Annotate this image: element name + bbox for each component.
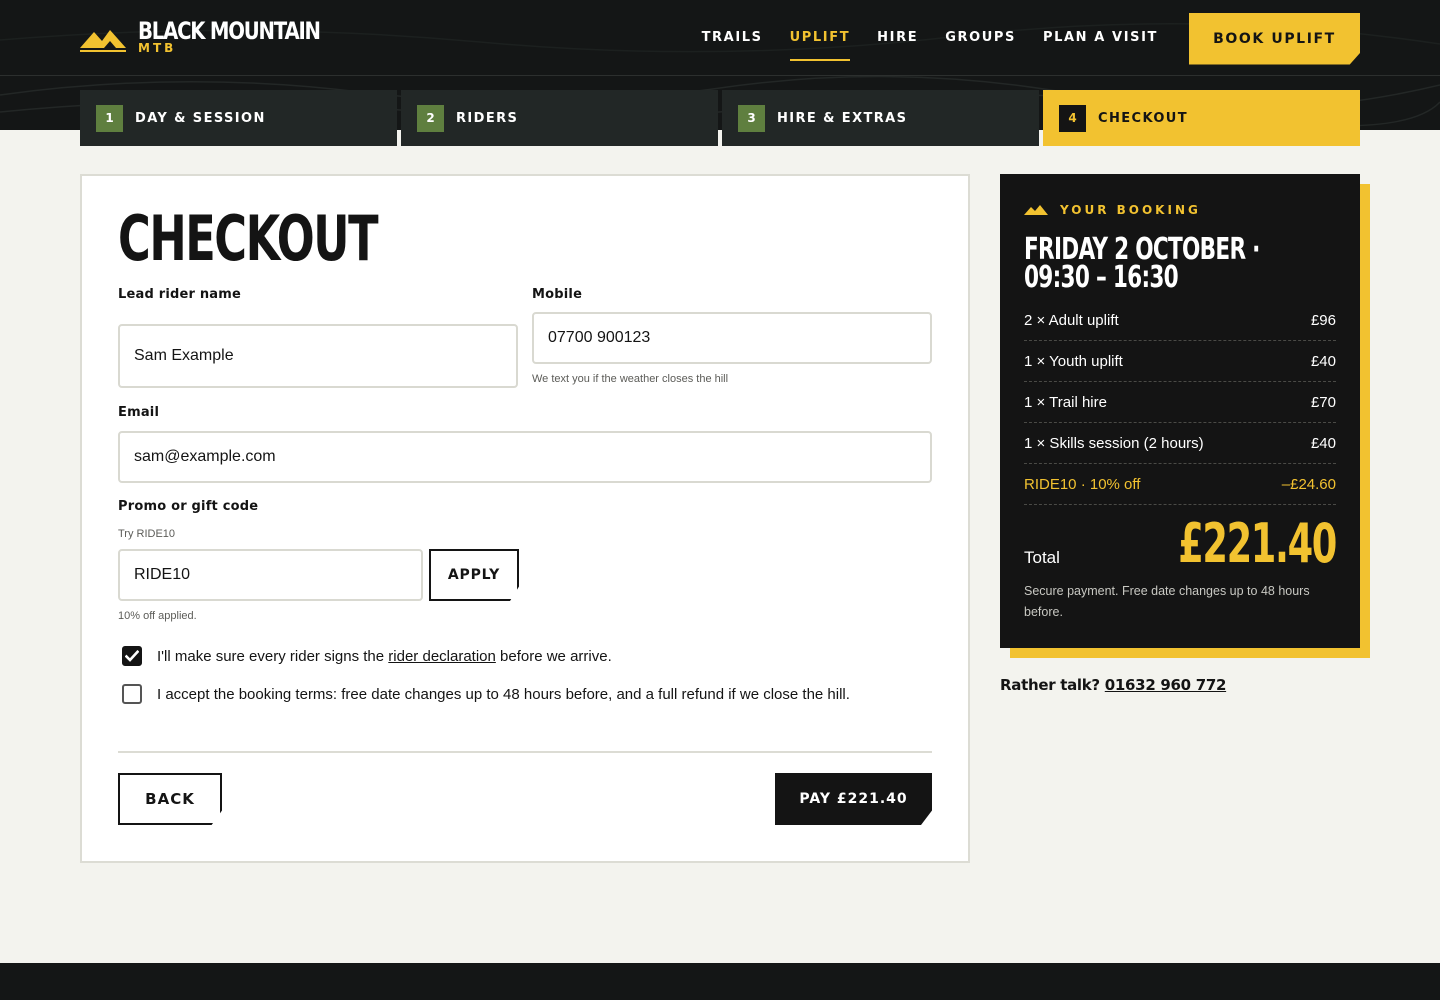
line-item-label: 1 × Trail hire	[1024, 393, 1107, 411]
total-amount: £221.40	[1178, 512, 1337, 575]
rider-declaration-link[interactable]: rider declaration	[388, 648, 496, 665]
step-label: HIRE & EXTRAS	[777, 110, 908, 126]
nav-trails[interactable]: TRAILS	[702, 26, 763, 50]
line-item-amount: £70	[1310, 393, 1336, 411]
terms-text: I accept the booking terms: free date ch…	[157, 685, 850, 703]
declaration-row: I'll make sure every rider signs the rid…	[122, 646, 612, 666]
contact-prefix: Rather talk?	[1000, 676, 1100, 694]
mobile-hint: We text you if the weather closes the hi…	[532, 373, 729, 385]
site-footer	[0, 963, 1440, 1000]
step-number: 3	[738, 104, 765, 132]
brand-title: BLACK MOUNTAIN	[138, 17, 321, 45]
declaration-text-start: I'll make sure every rider signs the	[157, 647, 389, 665]
lead-rider-label: Lead rider name	[118, 287, 242, 302]
booking-summary: YOUR BOOKING FRIDAY 2 OCTOBER · 09:30 – …	[1000, 174, 1360, 648]
line-item: 1 × Skills session (2 hours) £40	[1024, 423, 1336, 464]
book-uplift-button[interactable]: BOOK UPLIFT	[1189, 12, 1360, 65]
mountain-icon	[1024, 205, 1048, 215]
step-hire-extras[interactable]: 3 HIRE & EXTRAS	[722, 90, 1039, 146]
promo-label: Promo or gift code	[118, 499, 259, 514]
line-item: 2 × Adult uplift £96	[1024, 300, 1336, 341]
summary-line-items: 2 × Adult uplift £96 1 × Youth uplift £4…	[1024, 300, 1336, 505]
step-label: DAY & SESSION	[135, 110, 266, 126]
line-item-label: 1 × Skills session (2 hours)	[1024, 434, 1204, 452]
step-number: 4	[1059, 104, 1086, 132]
header-divider	[0, 75, 1440, 76]
nav-groups[interactable]: GROUPS	[945, 26, 1016, 50]
line-item: 1 × Trail hire £70	[1024, 382, 1336, 423]
phone-link[interactable]: 01632 960 772	[1105, 676, 1227, 694]
form-divider	[118, 751, 932, 753]
line-item: 1 × Youth uplift £40	[1024, 341, 1336, 382]
promo-code-input[interactable]: RIDE10	[118, 549, 423, 601]
promo-discount-line: RIDE10 · 10% off –£24.60	[1024, 464, 1336, 505]
total-label: Total	[1024, 548, 1060, 567]
step-checkout[interactable]: 4 CHECKOUT	[1043, 90, 1360, 146]
step-label: CHECKOUT	[1098, 110, 1189, 126]
line-item-amount: £40	[1310, 434, 1336, 452]
step-day-session[interactable]: 1 DAY & SESSION	[80, 90, 397, 146]
promo-hint: Try RIDE10	[118, 528, 176, 540]
promo-discount-label: RIDE10 · 10% off	[1024, 475, 1141, 493]
mobile-input[interactable]: 07700 900123	[532, 312, 932, 364]
brand-logo[interactable]: BLACK MOUNTAIN MTB	[80, 18, 360, 58]
mobile-label: Mobile	[532, 287, 583, 302]
promo-status: 10% off applied.	[118, 610, 197, 622]
apply-promo-button[interactable]: APPLY	[429, 549, 519, 601]
checkout-form-card: CHECKOUT Lead rider name Sam Example Mob…	[80, 174, 970, 863]
step-number: 2	[417, 104, 444, 132]
line-item-label: 2 × Adult uplift	[1024, 311, 1119, 329]
summary-kicker: YOUR BOOKING	[1024, 203, 1201, 217]
page-title: CHECKOUT	[118, 202, 379, 275]
email-input[interactable]: sam@example.com	[118, 431, 932, 483]
summary-kicker-text: YOUR BOOKING	[1060, 203, 1201, 217]
nav-plan-a-visit[interactable]: PLAN A VISIT	[1043, 26, 1158, 50]
declaration-checkbox[interactable]	[122, 646, 142, 666]
declaration-text: I'll make sure every rider signs the rid…	[157, 648, 612, 665]
line-item-label: 1 × Youth uplift	[1024, 352, 1123, 370]
nav-uplift[interactable]: UPLIFT	[789, 26, 851, 61]
nav-hire[interactable]: HIRE	[877, 26, 918, 50]
terms-row: I accept the booking terms: free date ch…	[122, 684, 850, 704]
payment-note: Secure payment. Free date changes up to …	[1024, 584, 1310, 619]
line-item-amount: £96	[1310, 311, 1336, 329]
step-number: 1	[96, 104, 123, 132]
contact-callout: Rather talk? 01632 960 772	[1000, 676, 1226, 694]
promo-discount-amount: –£24.60	[1281, 475, 1336, 493]
back-button[interactable]: BACK	[118, 773, 222, 825]
terms-checkbox[interactable]	[122, 684, 142, 704]
line-item-amount: £40	[1310, 352, 1336, 370]
step-riders[interactable]: 2 RIDERS	[401, 90, 718, 146]
checkmark-icon	[125, 650, 139, 662]
pay-button[interactable]: PAY £221.40	[775, 773, 932, 825]
mountain-logo-icon	[80, 30, 126, 52]
step-label: RIDERS	[456, 110, 519, 126]
lead-rider-input[interactable]: Sam Example	[118, 324, 518, 388]
checkout-stepper: 1 DAY & SESSION 2 RIDERS 3 HIRE & EXTRAS…	[80, 90, 1360, 146]
declaration-text-end: before we arrive.	[495, 647, 612, 665]
email-label: Email	[118, 405, 160, 420]
booking-date-title: FRIDAY 2 OCTOBER · 09:30 – 16:30	[1024, 232, 1260, 295]
main-nav: TRAILS UPLIFT HIRE GROUPS PLAN A VISIT B…	[702, 0, 1360, 75]
